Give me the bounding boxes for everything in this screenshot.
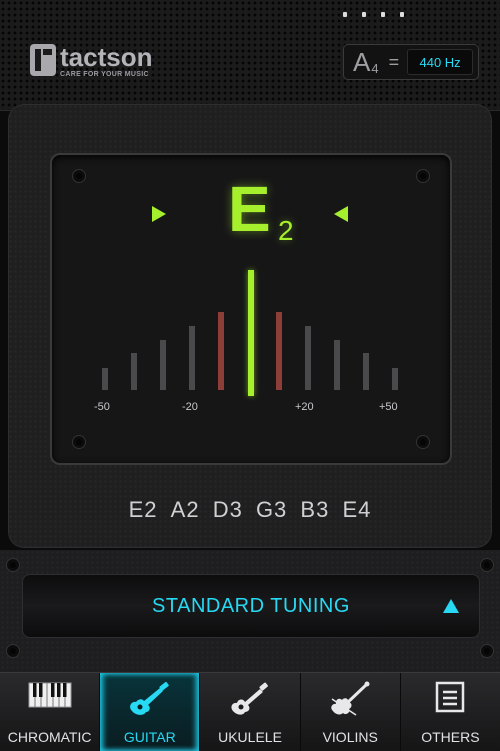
expand-arrow-icon[interactable]: [443, 599, 459, 613]
meter-bar: [102, 368, 108, 390]
string-note[interactable]: A2: [171, 497, 200, 522]
screw-icon: [416, 435, 430, 449]
scale-label: +50: [379, 401, 398, 413]
screw-icon: [72, 435, 86, 449]
detected-note: E: [228, 173, 271, 245]
sharp-indicator-arrow-icon: [334, 206, 348, 222]
meter-bar: [305, 326, 311, 390]
brand-logo: tactson CARE FOR YOUR MUSIC: [30, 44, 152, 80]
meter-bar: [189, 326, 195, 390]
brand-name: tactson: [60, 42, 153, 72]
tab-label: VIOLINS: [322, 729, 378, 745]
scale-label: -20: [182, 401, 198, 413]
tab-label: UKULELE: [218, 729, 282, 745]
scale-label: +20: [295, 401, 314, 413]
tab-label: OTHERS: [421, 729, 480, 745]
tab-violins[interactable]: VIOLINS: [301, 673, 401, 751]
string-list: E2 A2 D3 G3 B3 E4: [0, 497, 500, 523]
tab-label: CHROMATIC: [7, 729, 92, 745]
tuning-label: STANDARD TUNING: [152, 595, 350, 617]
screw-icon: [480, 644, 494, 658]
meter-bar: [160, 340, 166, 390]
flat-indicator-arrow-icon: [152, 206, 166, 222]
scale-label: -50: [94, 401, 110, 413]
reference-octave: 4: [371, 60, 379, 76]
tab-label: GUITAR: [123, 729, 176, 745]
screw-icon: [480, 558, 494, 572]
brand-tagline: CARE FOR YOUR MUSIC: [60, 71, 149, 78]
ukulele-icon: [226, 681, 274, 722]
reference-frequency[interactable]: 440 Hz: [407, 49, 474, 75]
meter-bar-red: [218, 312, 224, 390]
string-note[interactable]: G3: [256, 497, 287, 522]
piano-icon: [28, 681, 72, 714]
detected-octave: 2: [278, 215, 294, 246]
list-icon: [435, 681, 465, 718]
tuning-selector[interactable]: STANDARD TUNING: [22, 574, 480, 638]
logo-mark-icon: [30, 44, 56, 76]
reference-equals: =: [388, 51, 400, 72]
reference-note: A: [353, 46, 371, 77]
meter-bar-red: [276, 312, 282, 390]
screw-icon: [416, 169, 430, 183]
status-dots: [343, 12, 404, 17]
tuning-needle: [248, 270, 254, 396]
tab-others[interactable]: OTHERS: [401, 673, 500, 751]
tab-guitar[interactable]: GUITAR: [100, 673, 201, 751]
string-note[interactable]: B3: [300, 497, 329, 522]
guitar-icon: [126, 681, 174, 722]
reference-pitch-selector[interactable]: A 4 = 440 Hz: [343, 44, 479, 80]
tab-bar: CHROMATIC GUITAR UKULELE VIOLINS OTHERS: [0, 672, 500, 751]
screw-icon: [72, 169, 86, 183]
string-note[interactable]: E2: [129, 497, 158, 522]
meter-bar: [131, 353, 137, 390]
tab-chromatic[interactable]: CHROMATIC: [0, 673, 101, 751]
meter-bar: [334, 340, 340, 390]
screw-icon: [6, 558, 20, 572]
meter-bar: [392, 368, 398, 390]
string-note[interactable]: D3: [213, 497, 243, 522]
tab-ukulele[interactable]: UKULELE: [200, 673, 301, 751]
string-note[interactable]: E4: [342, 497, 371, 522]
violin-icon: [326, 681, 374, 722]
screw-icon: [6, 644, 20, 658]
meter-bar: [363, 353, 369, 390]
